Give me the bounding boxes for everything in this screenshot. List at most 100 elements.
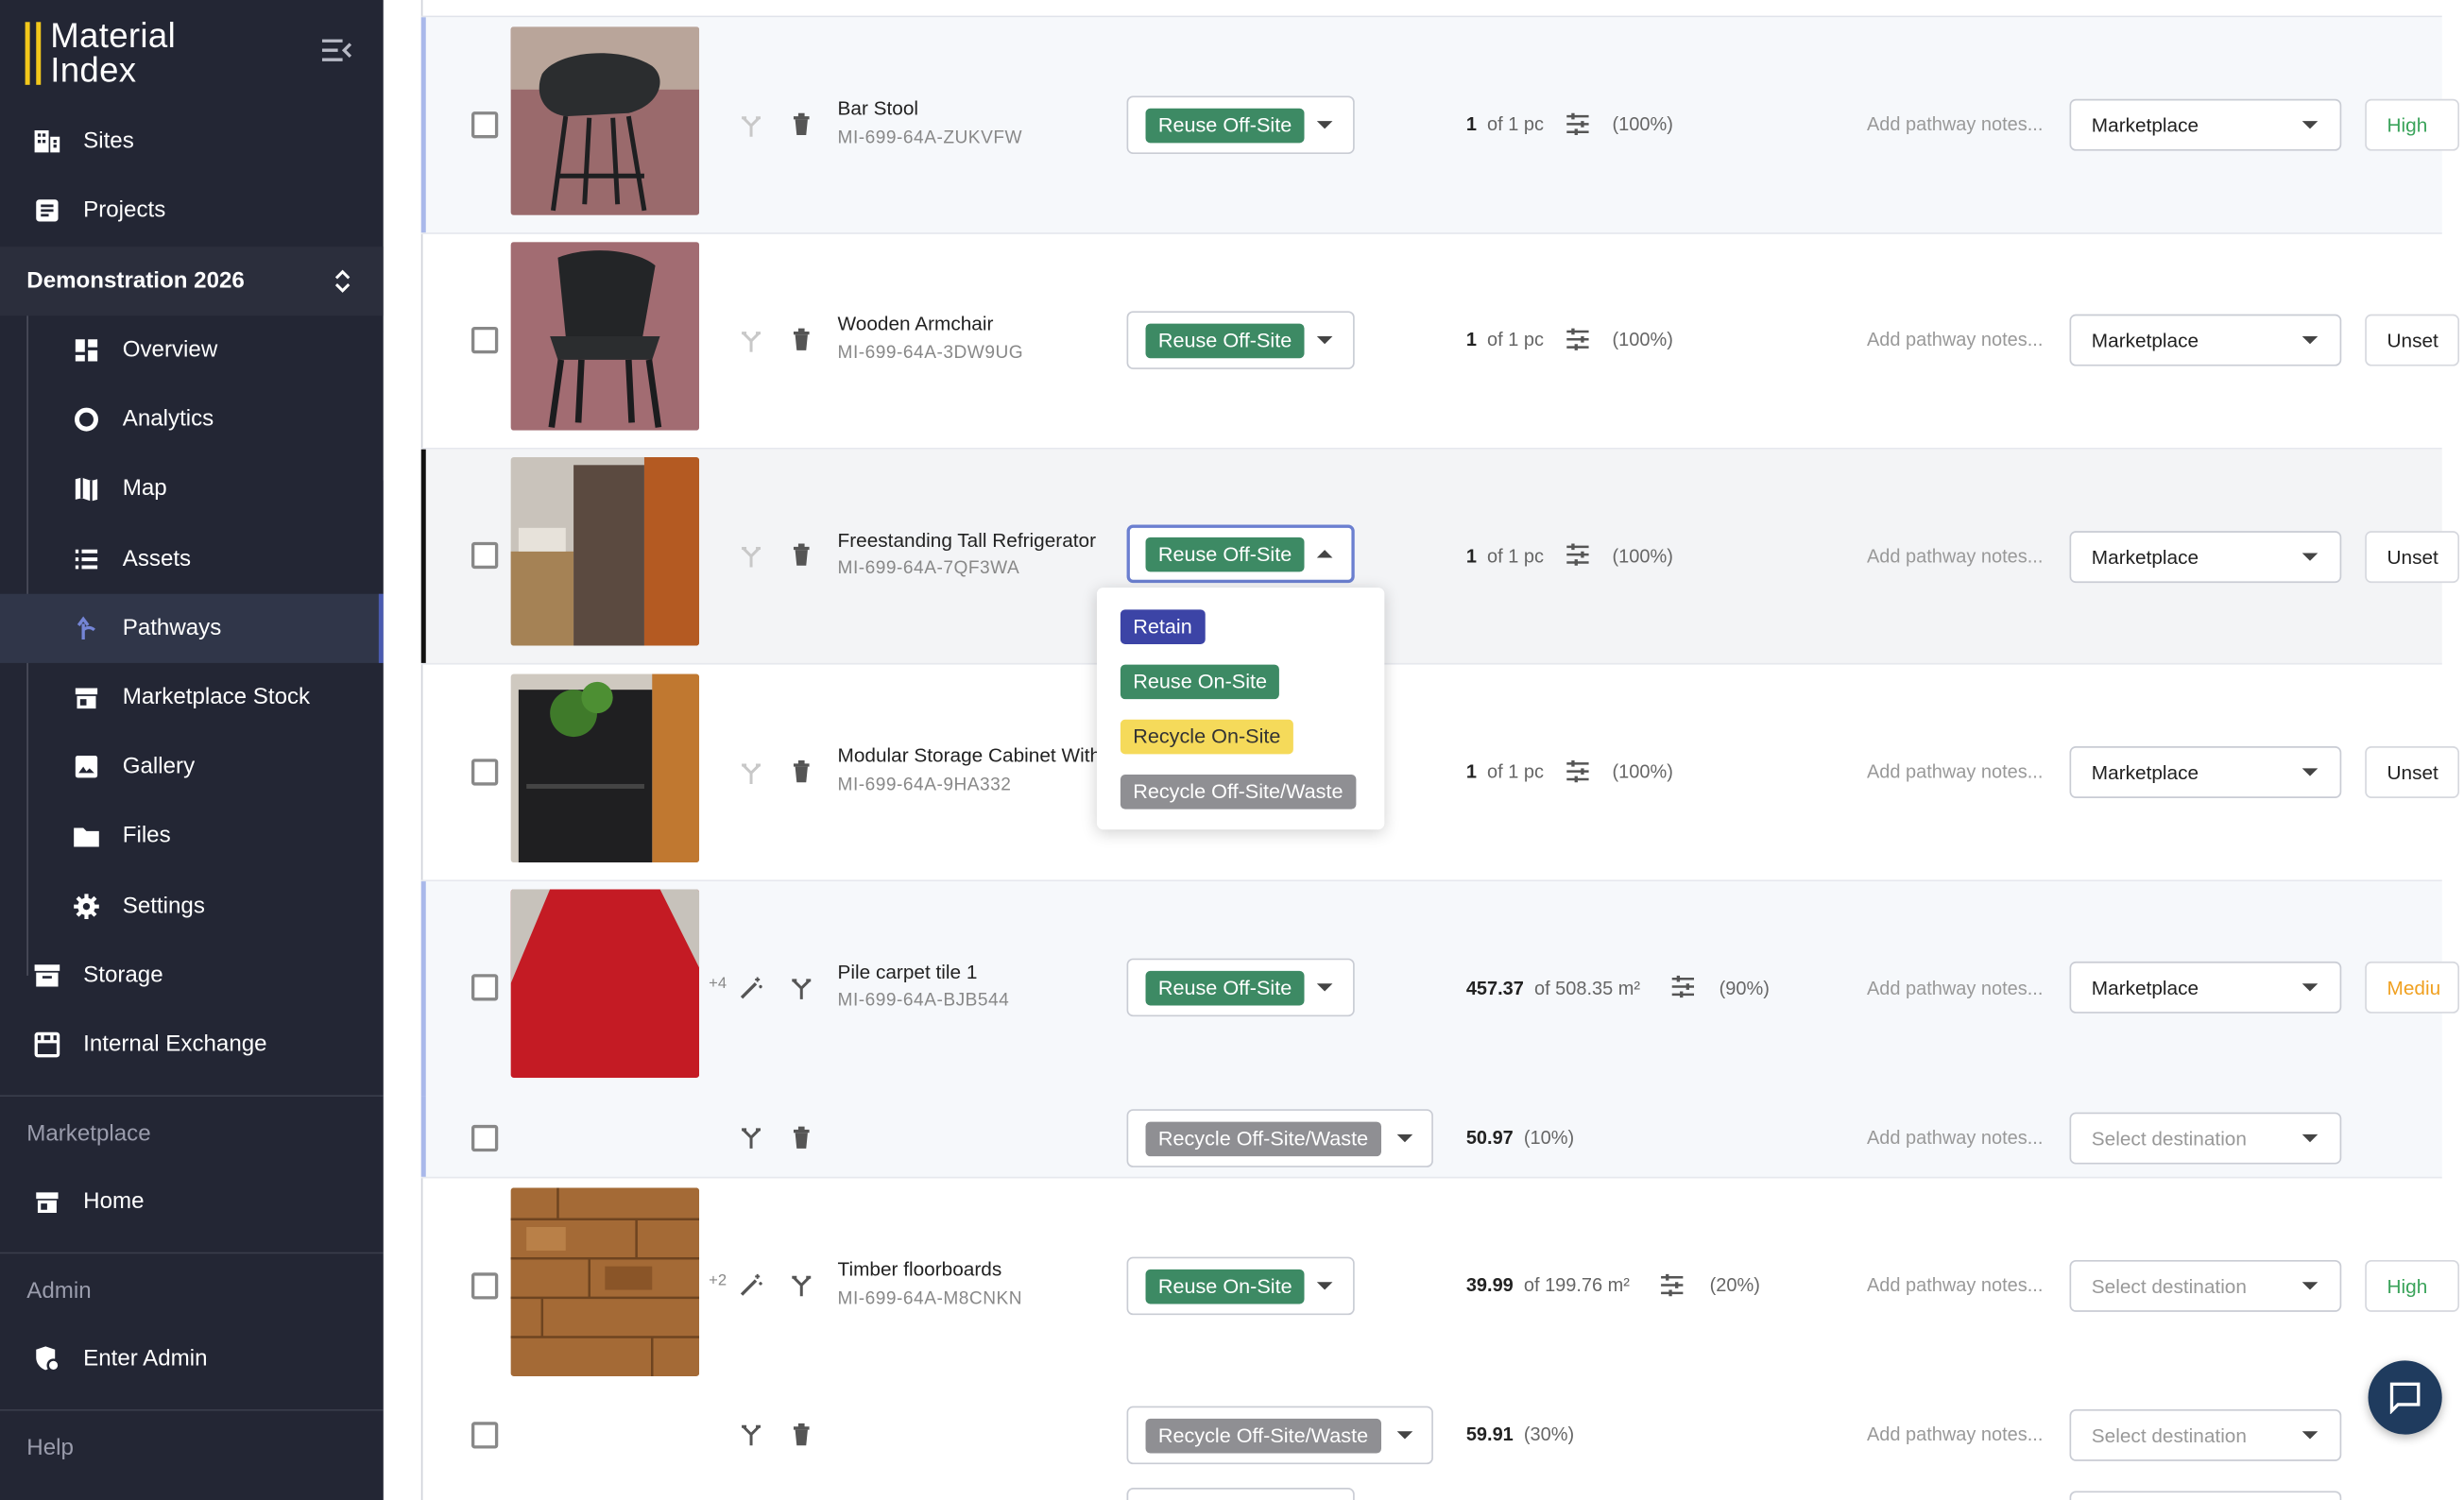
nav-map[interactable]: Map bbox=[0, 454, 384, 523]
magic-wand-icon[interactable] bbox=[739, 1272, 764, 1298]
pathway-notes[interactable]: Add pathway notes... bbox=[1867, 1274, 2043, 1296]
row-checkbox[interactable] bbox=[471, 1124, 499, 1152]
option-recycle-on-site[interactable]: Recycle On-Site bbox=[1120, 719, 1293, 755]
delete-icon[interactable] bbox=[789, 327, 814, 352]
item-name[interactable]: Pile carpet tile 1 bbox=[838, 962, 1105, 983]
priority-select[interactable]: Unset bbox=[2365, 531, 2460, 584]
item-name[interactable]: Bar Stool bbox=[838, 97, 1105, 119]
item-image[interactable] bbox=[510, 673, 700, 863]
split-pathway-icon[interactable] bbox=[739, 1125, 764, 1151]
split-pathway-icon[interactable] bbox=[739, 543, 764, 569]
nav-enter-admin[interactable]: Enter Admin bbox=[0, 1324, 384, 1393]
pathway-select[interactable]: Reuse Off-Site bbox=[1126, 524, 1355, 584]
row-checkbox[interactable] bbox=[471, 326, 499, 354]
logo-line2: Index bbox=[50, 50, 137, 90]
adjust-icon[interactable] bbox=[1566, 111, 1591, 137]
pathway-notes[interactable]: Add pathway notes... bbox=[1867, 113, 2043, 135]
pathway-select[interactable]: Recycle Off-Site/Waste bbox=[1126, 1406, 1433, 1465]
option-recycle-off-site-waste[interactable]: Recycle Off-Site/Waste bbox=[1120, 774, 1356, 810]
option-reuse-on-site[interactable]: Reuse On-Site bbox=[1120, 664, 1280, 700]
chat-button[interactable] bbox=[2368, 1360, 2442, 1435]
row-checkbox[interactable] bbox=[471, 974, 499, 1001]
destination-select[interactable]: Marketplace bbox=[2069, 961, 2342, 1014]
delete-icon[interactable] bbox=[789, 759, 814, 784]
adjust-icon[interactable] bbox=[1566, 542, 1591, 568]
magic-wand-icon[interactable] bbox=[739, 976, 764, 1001]
split-pathway-icon[interactable] bbox=[789, 976, 814, 1001]
destination-select[interactable] bbox=[2069, 1491, 2342, 1500]
priority-select[interactable]: High bbox=[2365, 1259, 2460, 1312]
delete-icon[interactable] bbox=[789, 1422, 814, 1447]
nav-home[interactable]: Home bbox=[0, 1168, 384, 1236]
delete-icon[interactable] bbox=[789, 1125, 814, 1151]
pathway-notes[interactable]: Add pathway notes... bbox=[1867, 760, 2043, 782]
adjust-icon[interactable] bbox=[1566, 759, 1591, 784]
row-checkbox[interactable] bbox=[471, 111, 499, 139]
destination-select[interactable]: Select destination bbox=[2069, 1112, 2342, 1165]
nav-projects[interactable]: Projects bbox=[0, 176, 384, 245]
pathway-select[interactable]: Reuse Off-Site bbox=[1126, 95, 1355, 155]
logo-line1: Material bbox=[50, 15, 177, 56]
split-pathway-icon[interactable] bbox=[739, 1422, 764, 1447]
item-image[interactable] bbox=[510, 889, 700, 1079]
pathway-tag: Reuse Off-Site bbox=[1145, 323, 1305, 359]
item-name[interactable]: Freestanding Tall Refrigerator bbox=[838, 530, 1105, 552]
item-image[interactable] bbox=[510, 457, 700, 646]
pathway-notes[interactable]: Add pathway notes... bbox=[1867, 329, 2043, 350]
split-pathway-icon[interactable] bbox=[739, 113, 764, 139]
row-checkbox[interactable] bbox=[471, 1422, 499, 1449]
adjust-icon[interactable] bbox=[1670, 974, 1696, 999]
destination-select[interactable]: Select destination bbox=[2069, 1259, 2342, 1312]
nav-assets[interactable]: Assets bbox=[0, 525, 384, 594]
nav-pathways[interactable]: Pathways bbox=[0, 593, 384, 663]
split-pathway-icon[interactable] bbox=[739, 760, 764, 786]
nav-marketplace-stock[interactable]: Marketplace Stock bbox=[0, 663, 384, 732]
pathway-notes[interactable]: Add pathway notes... bbox=[1867, 978, 2043, 999]
logo[interactable]: Material Index bbox=[25, 15, 177, 90]
nav-files[interactable]: Files bbox=[0, 801, 384, 870]
destination-select[interactable]: Marketplace bbox=[2069, 314, 2342, 366]
destination-select[interactable]: Marketplace bbox=[2069, 531, 2342, 584]
item-image[interactable] bbox=[510, 242, 700, 431]
priority-select[interactable]: High bbox=[2365, 98, 2460, 151]
destination-select[interactable]: Select destination bbox=[2069, 1408, 2342, 1461]
pathway-select[interactable]: Reuse Off-Site bbox=[1126, 958, 1355, 1017]
split-pathway-icon[interactable] bbox=[789, 1272, 814, 1298]
option-retain[interactable]: Retain bbox=[1120, 609, 1206, 644]
destination-select[interactable]: Marketplace bbox=[2069, 746, 2342, 798]
delete-icon[interactable] bbox=[789, 542, 814, 568]
item-name[interactable]: Timber floorboards bbox=[838, 1258, 1105, 1280]
pathway-select[interactable]: Reuse Off-Site bbox=[1126, 311, 1355, 369]
nav-sites[interactable]: Sites bbox=[0, 107, 384, 176]
item-name[interactable]: Modular Storage Cabinet With bbox=[838, 744, 1105, 766]
pathway-select[interactable] bbox=[1126, 1488, 1355, 1500]
adjust-icon[interactable] bbox=[1566, 327, 1591, 352]
pathway-notes[interactable]: Add pathway notes... bbox=[1867, 1423, 2043, 1445]
nav-gallery[interactable]: Gallery bbox=[0, 732, 384, 801]
nav-analytics[interactable]: Analytics bbox=[0, 385, 384, 454]
project-switcher[interactable]: Demonstration 2026 bbox=[0, 247, 384, 316]
pathway-select[interactable]: Reuse On-Site bbox=[1126, 1256, 1355, 1316]
item-image[interactable] bbox=[510, 26, 700, 215]
row-checkbox[interactable] bbox=[471, 1272, 499, 1300]
destination-select[interactable]: Marketplace bbox=[2069, 98, 2342, 151]
item-image[interactable] bbox=[510, 1187, 700, 1377]
adjust-icon[interactable] bbox=[1659, 1272, 1685, 1298]
delete-icon[interactable] bbox=[789, 111, 814, 137]
priority-select[interactable]: Unset bbox=[2365, 314, 2460, 366]
nav-overview[interactable]: Overview bbox=[0, 315, 384, 384]
nav-internal-exchange[interactable]: Internal Exchange bbox=[0, 1010, 384, 1079]
priority-select[interactable]: Unset bbox=[2365, 746, 2460, 798]
priority-select[interactable]: Mediu bbox=[2365, 961, 2460, 1014]
row-checkbox[interactable] bbox=[471, 759, 499, 786]
storefront-icon bbox=[34, 1031, 60, 1058]
row-checkbox[interactable] bbox=[471, 541, 499, 570]
pathway-select[interactable]: Recycle Off-Site/Waste bbox=[1126, 1109, 1433, 1168]
pathway-notes[interactable]: Add pathway notes... bbox=[1867, 545, 2043, 567]
nav-storage[interactable]: Storage bbox=[0, 941, 384, 1010]
collapse-menu-icon[interactable] bbox=[319, 35, 354, 66]
pathway-notes[interactable]: Add pathway notes... bbox=[1867, 1127, 2043, 1149]
split-pathway-icon[interactable] bbox=[739, 329, 764, 354]
item-name[interactable]: Wooden Armchair bbox=[838, 313, 1105, 334]
nav-settings[interactable]: Settings bbox=[0, 872, 384, 941]
